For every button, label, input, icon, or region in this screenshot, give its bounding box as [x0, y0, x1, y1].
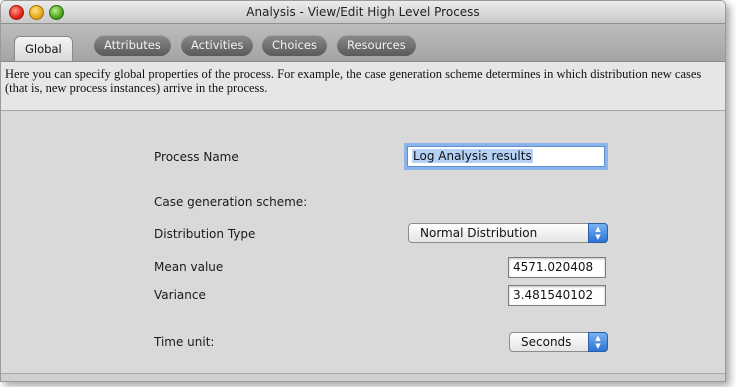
select-arrows-icon: ▲ ▼	[588, 332, 608, 352]
distribution-type-label: Distribution Type	[154, 227, 256, 241]
tab-bar: Global Attributes Activities Choices Res…	[1, 24, 725, 62]
tab-choices[interactable]: Choices	[262, 35, 327, 56]
process-name-input[interactable]: Log Analysis results	[407, 146, 605, 167]
tab-global[interactable]: Global	[14, 36, 73, 61]
process-name-label: Process Name	[154, 150, 239, 164]
description-text: Here you can specify global properties o…	[1, 62, 725, 111]
variance-label: Variance	[154, 288, 206, 302]
time-unit-label: Time unit:	[154, 335, 215, 349]
time-unit-value: Seconds	[521, 335, 572, 349]
variance-input[interactable]: 3.481540102	[508, 285, 606, 306]
mean-value-text: 4571.020408	[513, 260, 594, 274]
case-generation-heading: Case generation scheme:	[154, 195, 308, 209]
mean-value-input[interactable]: 4571.020408	[508, 257, 606, 278]
distribution-type-select[interactable]: Normal Distribution ▲ ▼	[408, 223, 608, 243]
time-unit-select[interactable]: Seconds ▲ ▼	[509, 332, 608, 352]
tab-attributes[interactable]: Attributes	[94, 35, 171, 56]
title-bar[interactable]: Analysis - View/Edit High Level Process	[1, 1, 725, 24]
distribution-type-value: Normal Distribution	[420, 226, 538, 240]
footer-bar	[1, 373, 725, 381]
tab-resources[interactable]: Resources	[337, 35, 416, 56]
process-name-value: Log Analysis results	[412, 149, 533, 163]
select-arrows-icon: ▲ ▼	[588, 223, 608, 243]
dialog-window: Analysis - View/Edit High Level Process …	[0, 0, 726, 382]
variance-text: 3.481540102	[513, 288, 594, 302]
mean-value-label: Mean value	[154, 260, 224, 274]
tab-activities[interactable]: Activities	[181, 35, 254, 56]
window-title: Analysis - View/Edit High Level Process	[246, 5, 480, 19]
